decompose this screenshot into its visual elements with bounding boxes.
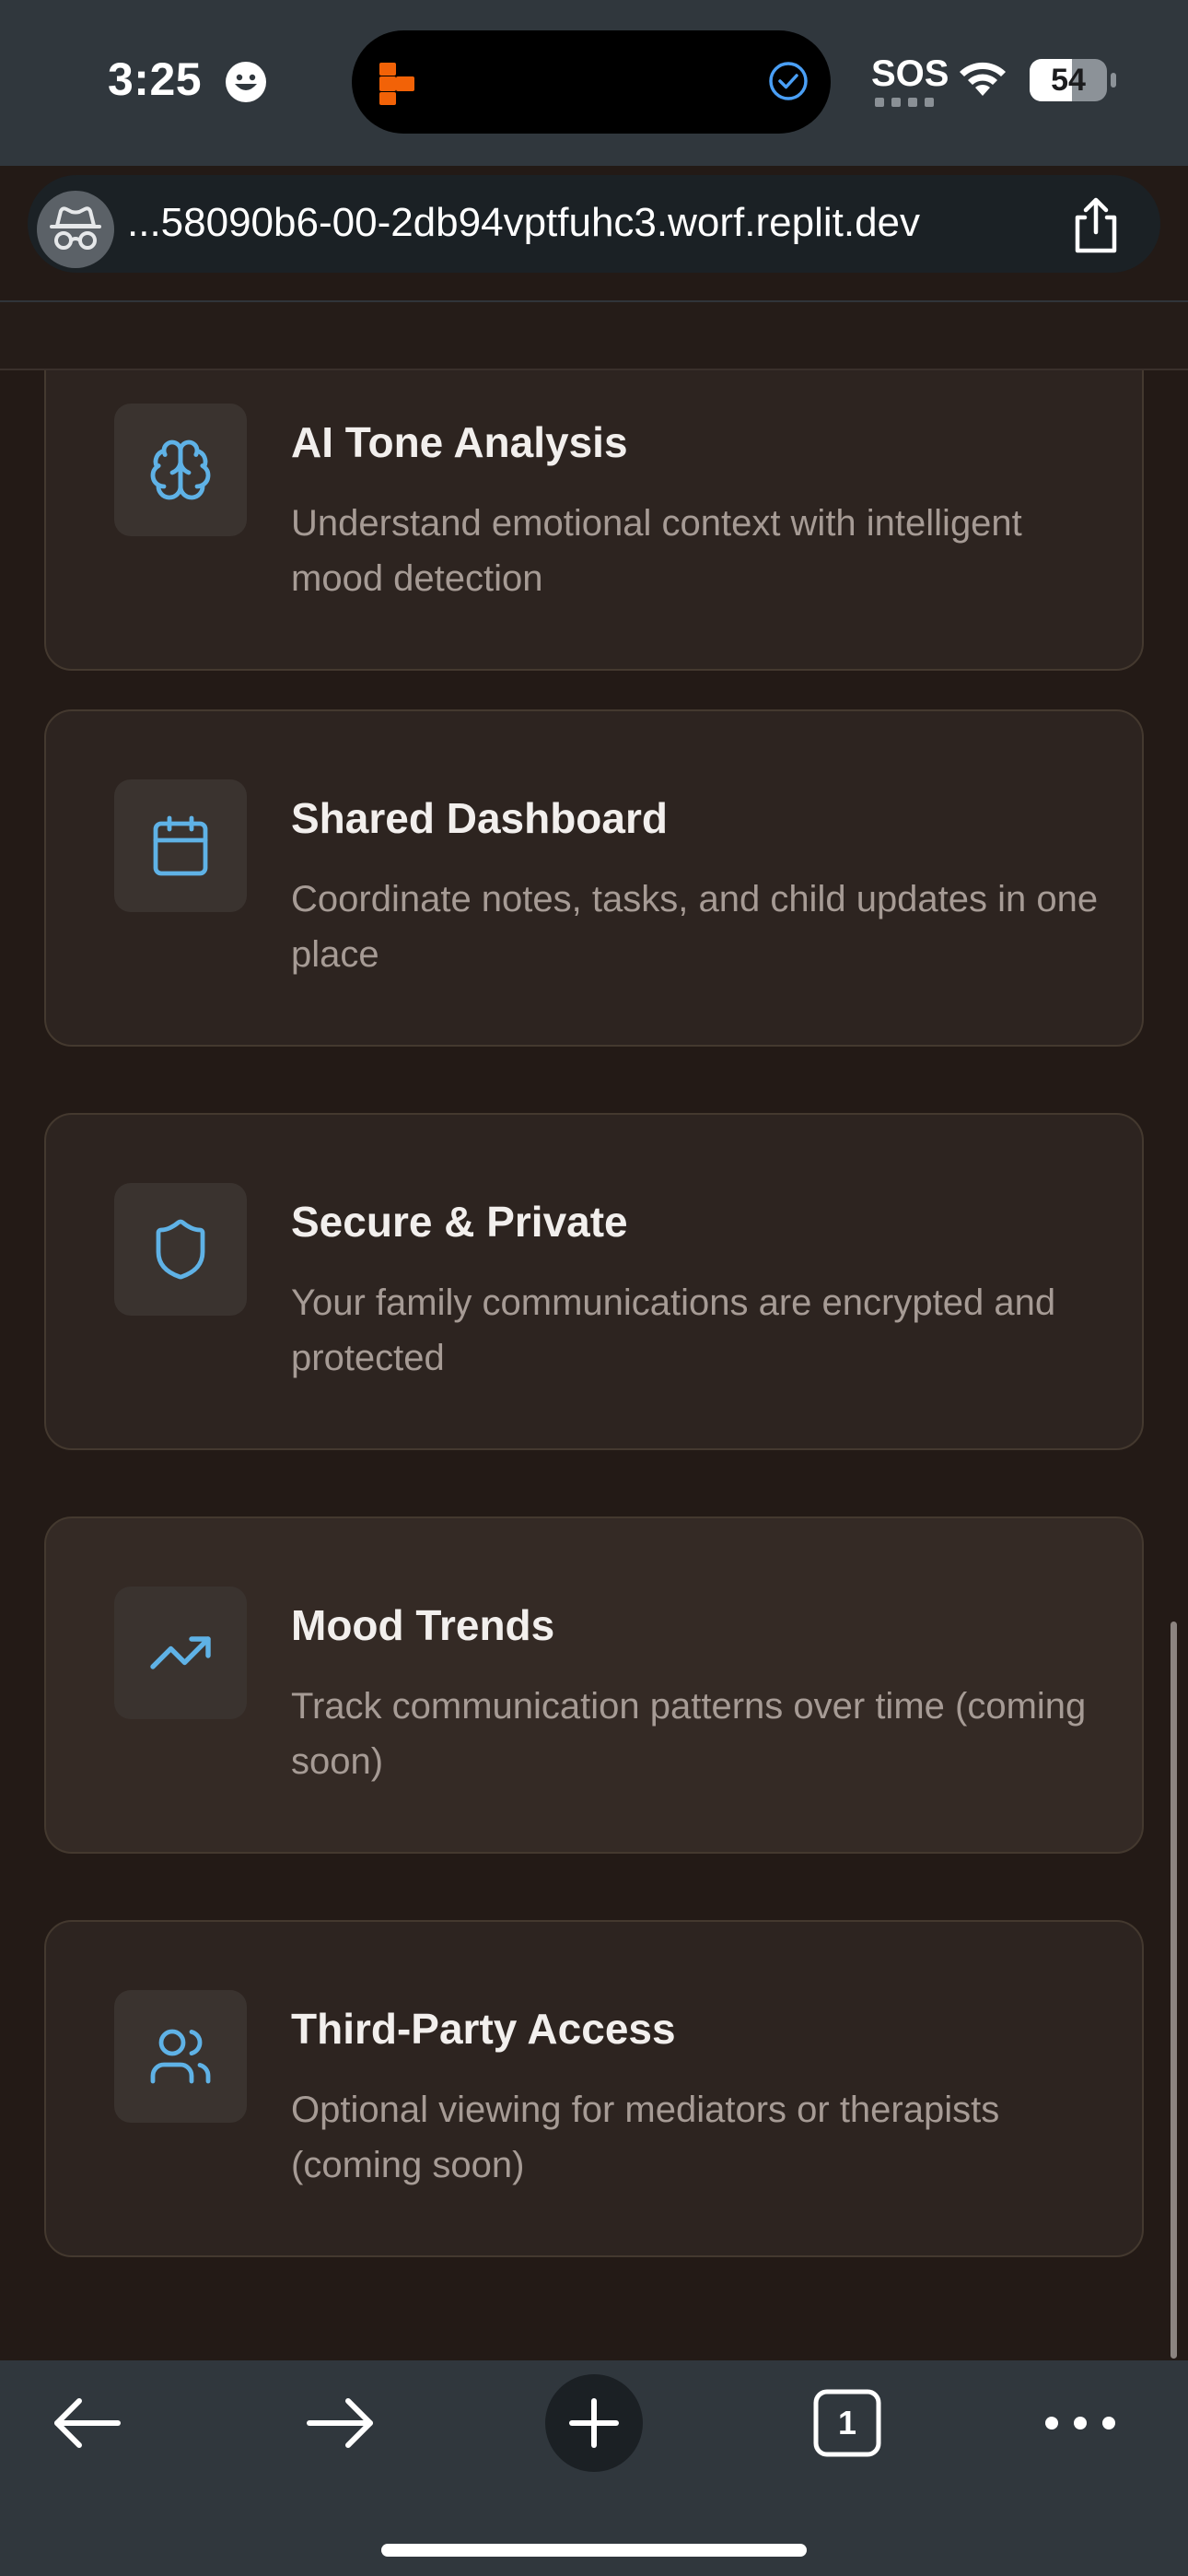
shield-icon xyxy=(156,1219,205,1280)
incognito-icon xyxy=(50,206,101,250)
screen: 3:25 SOS 54 ...58090b6-00-2db94vptfuhc3.… xyxy=(0,0,1188,2576)
url-text[interactable]: ...58090b6-00-2db94vptfuhc3.worf.replit.… xyxy=(127,195,1048,251)
forward-arrow-icon[interactable] xyxy=(302,2394,379,2453)
signal-dots-icon xyxy=(875,98,934,107)
feature-icon-box xyxy=(114,404,247,536)
feature-icon-box xyxy=(114,1183,247,1316)
feature-title: Shared Dashboard xyxy=(291,794,668,842)
trending-up-icon xyxy=(150,1636,211,1669)
tab-count[interactable]: 1 xyxy=(810,2386,884,2460)
share-icon[interactable] xyxy=(1068,195,1124,254)
feature-title: Third-Party Access xyxy=(291,2005,676,2053)
feature-title: Secure & Private xyxy=(291,1198,628,1246)
replit-logo-icon xyxy=(379,63,414,105)
feature-title: AI Tone Analysis xyxy=(291,418,628,466)
smiley-icon xyxy=(226,62,266,102)
feature-icon-box xyxy=(114,1587,247,1719)
plus-icon xyxy=(569,2398,619,2448)
back-arrow-icon[interactable] xyxy=(48,2394,125,2453)
feature-card-ai-tone-analysis: AI Tone Analysis Understand emotional co… xyxy=(44,370,1144,671)
feature-icon-box xyxy=(114,1990,247,2123)
check-circle-icon xyxy=(769,62,808,100)
feature-description: Understand emotional context with intell… xyxy=(291,503,1022,599)
feature-icon-box xyxy=(114,779,247,912)
wifi-icon xyxy=(960,62,1006,96)
sos-indicator: SOS xyxy=(871,53,949,94)
new-tab-button[interactable] xyxy=(545,2374,643,2472)
feature-description: Coordinate notes, tasks, and child updat… xyxy=(291,879,1099,975)
feature-card-mood-trends: Mood Trends Track communication patterns… xyxy=(44,1516,1144,1854)
incognito-button[interactable] xyxy=(37,191,114,268)
feature-card-shared-dashboard: Shared Dashboard Coordinate notes, tasks… xyxy=(44,709,1144,1047)
page-header-edge xyxy=(0,300,1188,370)
battery-level: 54 xyxy=(1051,63,1086,98)
features-section: AI Tone Analysis Understand emotional co… xyxy=(0,370,1188,2360)
feature-card-third-party-access: Third-Party Access Optional viewing for … xyxy=(44,1920,1144,2257)
feature-title: Mood Trends xyxy=(291,1601,555,1649)
feature-description: Your family communications are encrypted… xyxy=(291,1282,1056,1378)
users-icon xyxy=(150,2029,211,2084)
calendar-icon xyxy=(153,815,208,876)
more-options-icon[interactable] xyxy=(1042,2405,1118,2441)
brain-icon xyxy=(150,439,211,500)
dynamic-island xyxy=(352,30,831,134)
status-time: 3:25 xyxy=(108,53,203,105)
feature-card-secure-private: Secure & Private Your family communicati… xyxy=(44,1113,1144,1450)
page-scrollbar[interactable] xyxy=(1171,1622,1177,2359)
home-indicator[interactable] xyxy=(381,2544,807,2557)
feature-description: Track communication patterns over time (… xyxy=(291,1686,1087,1782)
feature-description: Optional viewing for mediators or therap… xyxy=(291,2090,1000,2185)
